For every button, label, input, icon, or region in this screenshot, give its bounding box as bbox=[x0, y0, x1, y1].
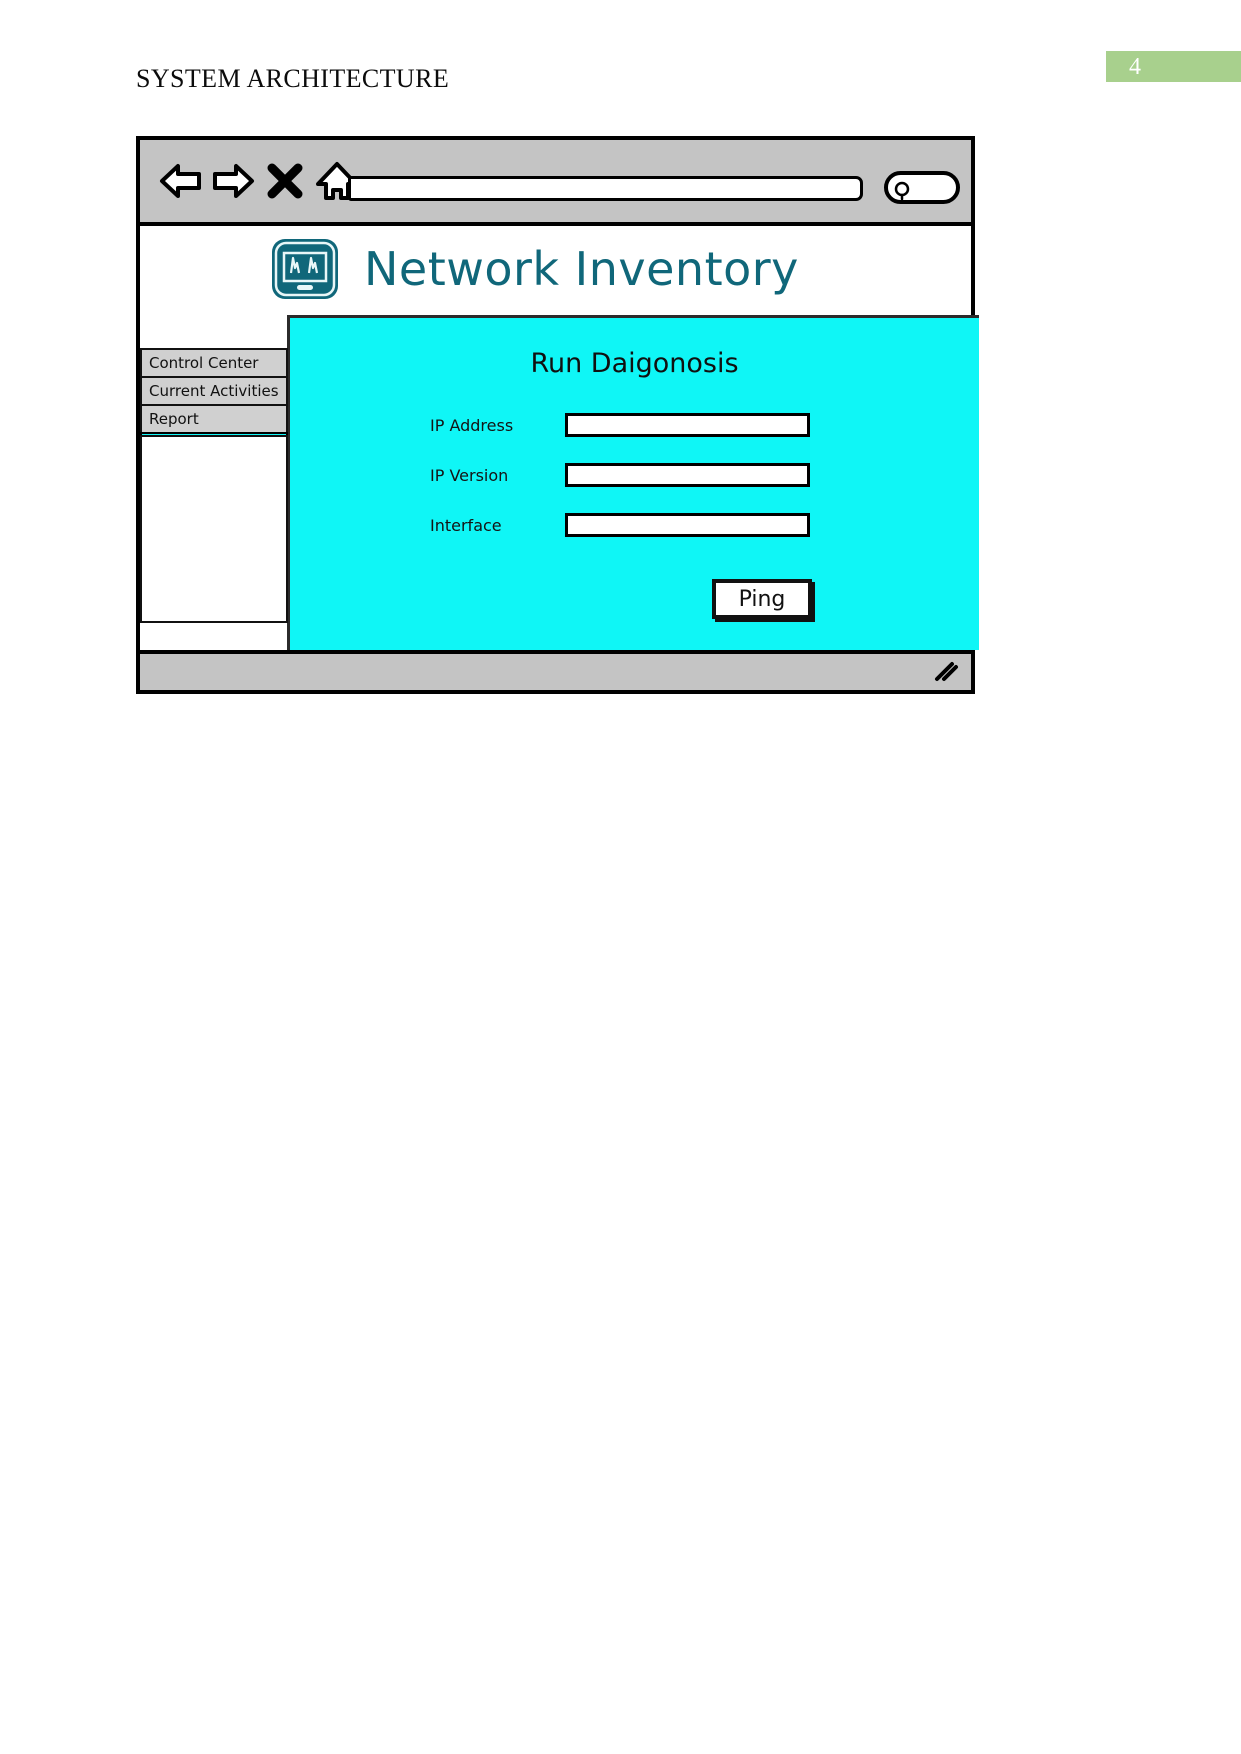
page-number: 4 bbox=[1129, 54, 1141, 80]
panel-title: Run Daigonosis bbox=[530, 348, 739, 379]
page-number-badge: 4 bbox=[1106, 51, 1241, 82]
interface-input[interactable] bbox=[565, 513, 810, 537]
resize-grip-icon[interactable] bbox=[933, 660, 961, 684]
diagnosis-panel: Run Daigonosis IP Address IP Version Int… bbox=[287, 315, 979, 650]
close-x-glyph bbox=[267, 163, 303, 199]
search-icon bbox=[894, 181, 910, 201]
ip-address-label: IP Address bbox=[430, 415, 514, 435]
address-bar-input[interactable] bbox=[348, 176, 863, 201]
ip-address-input[interactable] bbox=[565, 413, 810, 437]
browser-toolbar bbox=[136, 136, 975, 226]
form-row-interface: Interface bbox=[430, 510, 950, 540]
browser-window-mockup: Network Inventory Run Daigonosis IP Addr… bbox=[136, 136, 979, 694]
ping-button[interactable]: Ping bbox=[712, 579, 812, 619]
status-bar bbox=[136, 650, 975, 694]
ip-version-input[interactable] bbox=[565, 463, 810, 487]
sidebar-item-current-activities[interactable]: Current Activities bbox=[140, 376, 288, 406]
back-arrow-icon[interactable] bbox=[158, 156, 204, 206]
page-title: SYSTEM ARCHITECTURE bbox=[136, 64, 450, 93]
app-logo-group: Network Inventory bbox=[268, 236, 799, 302]
close-x-icon[interactable] bbox=[262, 156, 308, 206]
forward-arrow-glyph bbox=[213, 164, 254, 198]
sidebar-item-label: Current Activities bbox=[149, 382, 279, 400]
forward-arrow-icon[interactable] bbox=[210, 156, 256, 206]
sidebar-item-label: Control Center bbox=[149, 354, 259, 372]
back-arrow-glyph bbox=[160, 164, 201, 198]
form-row-ip-address: IP Address bbox=[430, 410, 950, 440]
sidebar-item-control-center[interactable]: Control Center bbox=[140, 348, 288, 378]
toolbar-icon-group bbox=[158, 156, 360, 206]
app-header: Network Inventory bbox=[136, 226, 975, 323]
sidebar-empty-panel bbox=[140, 435, 288, 623]
app-title: Network Inventory bbox=[364, 242, 799, 296]
ip-version-label: IP Version bbox=[430, 465, 509, 485]
monitor-pulse-icon bbox=[272, 239, 338, 299]
app-body: Run Daigonosis IP Address IP Version Int… bbox=[136, 315, 979, 650]
sidebar-item-label: Report bbox=[149, 410, 199, 428]
interface-label: Interface bbox=[430, 515, 502, 535]
search-box[interactable] bbox=[884, 171, 960, 204]
form-row-ip-version: IP Version bbox=[430, 460, 950, 490]
sidebar-item-report[interactable]: Report bbox=[140, 404, 288, 434]
